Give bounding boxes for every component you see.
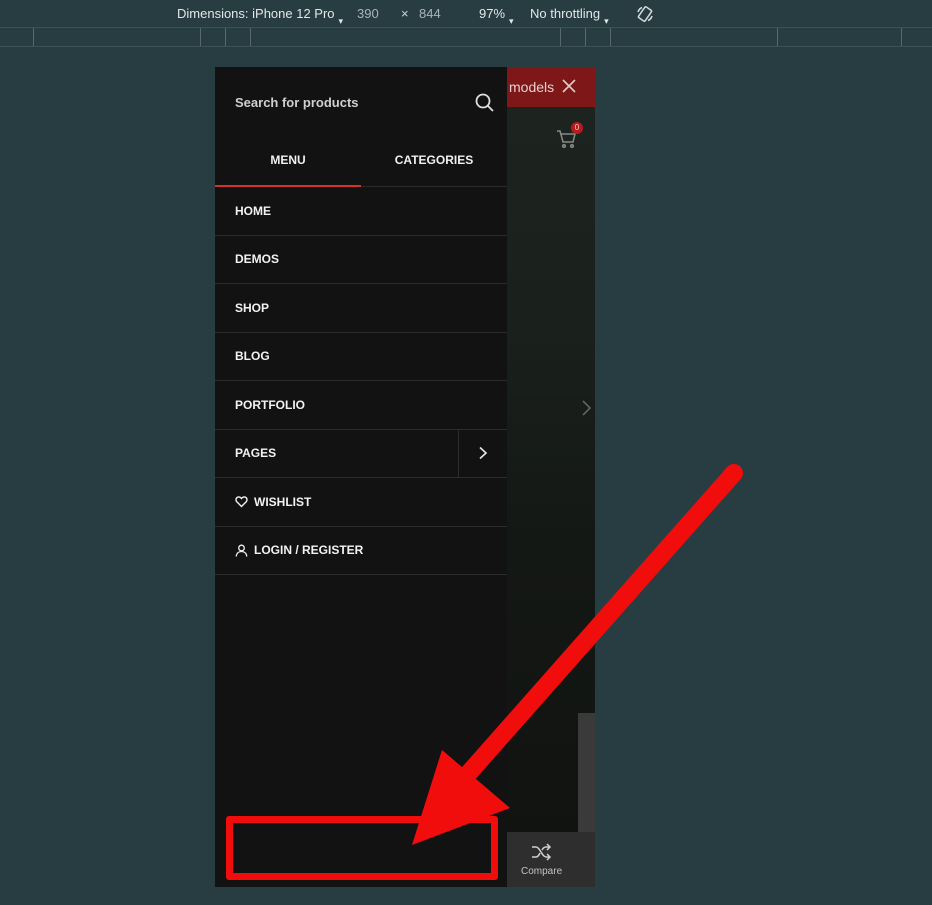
ruler-tick: [901, 28, 902, 46]
submenu-toggle-button[interactable]: [458, 429, 507, 477]
search-input[interactable]: [235, 91, 465, 113]
menu-item-label: HOME: [235, 203, 271, 218]
menu-item-label: PORTFOLIO: [235, 397, 305, 412]
shuffle-icon[interactable]: [530, 842, 552, 862]
annotation-highlight-box: [226, 816, 498, 880]
menu-item-label: SHOP: [235, 300, 270, 315]
device-select[interactable]: Dimensions: iPhone 12 Pro ▾: [177, 6, 343, 26]
device-select-label: Dimensions: iPhone 12 Pro: [177, 6, 335, 21]
ruler-tick: [585, 28, 586, 46]
ruler-tick: [560, 28, 561, 46]
ruler-tick: [250, 28, 251, 46]
zoom-caret: ▾: [509, 16, 514, 26]
mobile-nav-panel: MENU CATEGORIES HOME DEMOS SHOP BLOG POR…: [215, 67, 507, 887]
zoom-label: 97%: [479, 6, 506, 21]
rotate-icon[interactable]: [636, 5, 654, 23]
device-viewport: models 0 Compare Search for products MEN…: [215, 67, 595, 887]
menu-item-label: BLOG: [235, 349, 270, 364]
product-image-edge: [578, 713, 595, 832]
devtools-device-toolbar: Dimensions: iPhone 12 Pro ▾ 390 × 844 97%…: [0, 0, 932, 28]
bottom-toolbar: Compare: [505, 832, 595, 887]
menu-item-label: PAGES: [235, 446, 277, 461]
width-input[interactable]: 390: [357, 6, 379, 21]
menu-item-label: LOGIN / REGISTER: [254, 543, 364, 558]
compare-label[interactable]: Compare: [521, 866, 562, 877]
chevron-right-icon[interactable]: [580, 399, 592, 417]
heart-icon: [235, 496, 248, 508]
tab-categories[interactable]: CATEGORIES: [361, 135, 507, 187]
menu-item-login-register[interactable]: LOGIN / REGISTER: [215, 527, 507, 575]
user-icon: [235, 544, 248, 557]
ruler-tick: [225, 28, 226, 46]
cart-count-badge: 0: [571, 122, 583, 134]
promo-text: models: [509, 79, 555, 95]
device-select-caret: ▾: [338, 16, 344, 26]
menu-item-portfolio[interactable]: PORTFOLIO: [215, 381, 507, 430]
ruler-tick: [33, 28, 34, 46]
menu-item-label: WISHLIST: [254, 494, 312, 509]
times-separator: ×: [401, 6, 409, 21]
search-icon[interactable]: [474, 92, 495, 113]
menu-list: HOME DEMOS SHOP BLOG PORTFOLIO PAGES WIS…: [215, 187, 507, 575]
promo-banner: models: [505, 67, 595, 107]
height-input[interactable]: 844: [419, 6, 441, 21]
ruler-tick: [777, 28, 778, 46]
throttling-select[interactable]: No throttling ▾: [530, 6, 609, 26]
menu-item-blog[interactable]: BLOG: [215, 333, 507, 381]
menu-item-demos[interactable]: DEMOS: [215, 236, 507, 284]
close-icon[interactable]: [561, 77, 577, 95]
menu-item-label: DEMOS: [235, 252, 280, 267]
media-query-ruler: [0, 28, 932, 47]
menu-item-wishlist[interactable]: WISHLIST: [215, 478, 507, 527]
website-background: models 0 Compare: [505, 67, 595, 887]
throttling-label: No throttling: [530, 6, 601, 21]
tab-menu[interactable]: MENU: [215, 135, 361, 187]
menu-item-pages[interactable]: PAGES: [215, 429, 507, 478]
ruler-tick: [610, 28, 611, 46]
search-bar: [215, 67, 507, 135]
zoom-select[interactable]: 97% ▾: [479, 6, 514, 26]
menu-item-home[interactable]: HOME: [215, 187, 507, 236]
chevron-right-icon: [479, 447, 488, 460]
menu-item-shop[interactable]: SHOP: [215, 284, 507, 333]
ruler-tick: [200, 28, 201, 46]
throttling-caret: ▾: [604, 16, 609, 26]
menu-tabs: MENU CATEGORIES: [215, 135, 507, 187]
